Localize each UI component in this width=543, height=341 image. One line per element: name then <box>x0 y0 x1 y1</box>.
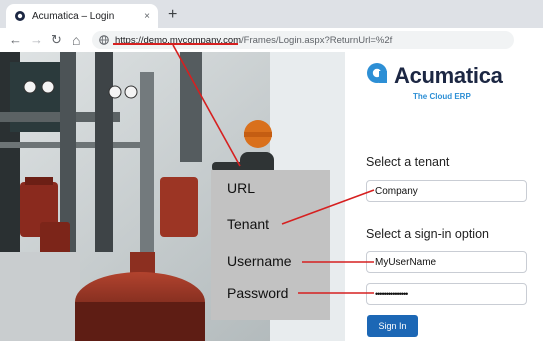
tenant-heading: Select a tenant <box>366 155 450 169</box>
sign-in-button[interactable]: Sign In <box>367 315 418 337</box>
tenant-value: Company <box>375 185 418 197</box>
callout-tenant: Tenant <box>227 216 270 232</box>
globe-icon <box>99 35 109 45</box>
address-bar[interactable]: https://demo.mycompany.com/Frames/Login.… <box>92 31 514 49</box>
password-field[interactable]: ••••••••••••••• <box>366 283 527 305</box>
callout-username: Username <box>227 253 292 269</box>
home-icon[interactable]: ⌂ <box>72 32 80 48</box>
acumatica-logo-icon <box>366 62 388 89</box>
reload-icon[interactable]: ↻ <box>51 32 62 48</box>
password-value: ••••••••••••••• <box>375 289 408 299</box>
browser-tab[interactable]: Acumatica – Login × <box>6 4 158 28</box>
brand-tagline: The Cloud ERP <box>413 92 471 101</box>
browser-tab-bar: Acumatica – Login × + <box>0 0 543 28</box>
callout-url: URL <box>227 180 256 196</box>
signin-option-heading: Select a sign-in option <box>366 227 489 241</box>
acumatica-favicon-icon <box>14 10 26 22</box>
browser-toolbar: ← → ↻ ⌂ https://demo.mycompany.com/Frame… <box>0 28 543 53</box>
tab-close-icon[interactable]: × <box>144 11 150 22</box>
username-value: MyUserName <box>375 256 437 268</box>
acumatica-logo: Acumatica <box>366 62 503 89</box>
forward-icon[interactable]: → <box>30 32 43 48</box>
back-icon[interactable]: ← <box>9 32 22 48</box>
new-tab-button[interactable]: + <box>168 6 177 24</box>
callout-password: Password <box>227 285 289 301</box>
tenant-select[interactable]: Company <box>366 180 527 202</box>
username-field[interactable]: MyUserName <box>366 251 527 273</box>
url-path: /Frames/Login.aspx?ReturnUrl=%2f <box>241 34 393 46</box>
url-highlight-underline <box>113 43 238 45</box>
tab-title: Acumatica – Login <box>32 10 115 22</box>
brand-name: Acumatica <box>394 62 503 88</box>
